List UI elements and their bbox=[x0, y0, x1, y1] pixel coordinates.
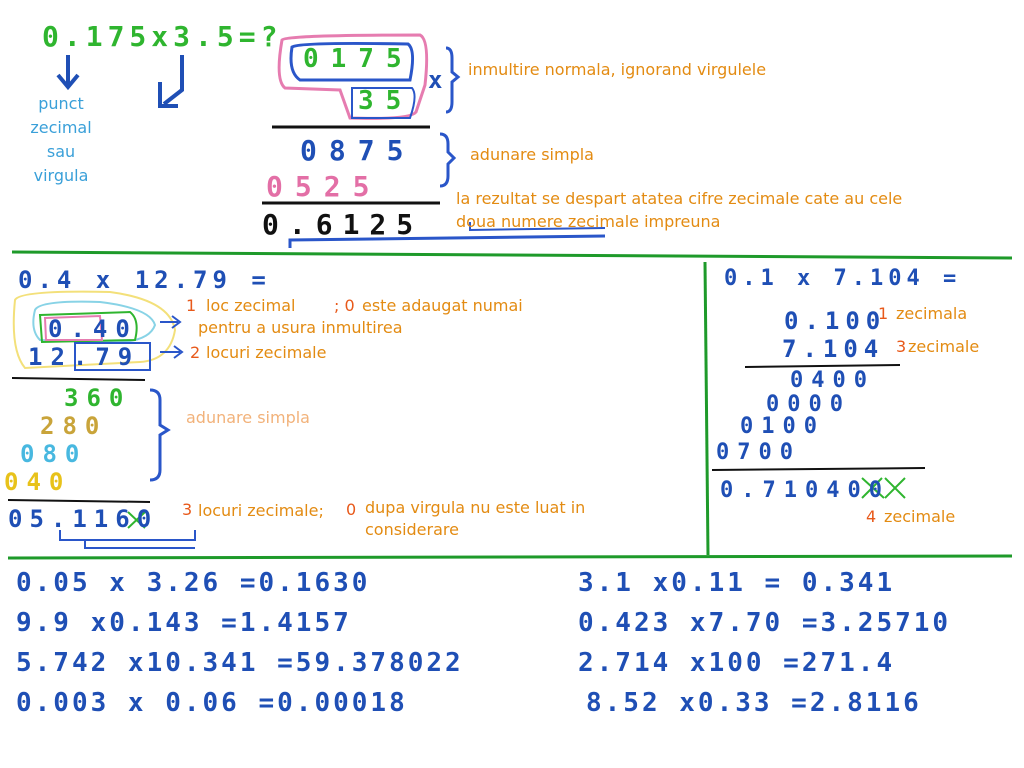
left-line-2: 280 bbox=[40, 412, 108, 440]
right-n1: 1 bbox=[878, 304, 889, 323]
note-four-decimals: zecimale bbox=[884, 507, 956, 526]
bottom-right-eq-1: 3.1 x0.11 = 0.341 bbox=[578, 568, 896, 598]
times-sign: x bbox=[428, 66, 448, 94]
bottom-left-eq-1: 0.05 x 3.26 =0.1630 bbox=[16, 568, 371, 598]
bottom-left-eq-2: 9.9 x0.143 =1.4157 bbox=[16, 608, 352, 638]
left-n0: ; 0 bbox=[334, 296, 355, 315]
bottom-right-eq-2: 0.423 x7.70 =3.25710 bbox=[578, 608, 952, 638]
note-left-simple-addition: adunare simpla bbox=[186, 408, 310, 427]
right-line-3: 0100 bbox=[740, 414, 825, 439]
left-line-4: 040 bbox=[4, 468, 72, 496]
left-line-1: 360 bbox=[64, 384, 132, 412]
note-three-decimals: zecimale bbox=[908, 337, 980, 356]
right-n3: 3 bbox=[896, 337, 907, 356]
left-row-a: 0.40 bbox=[48, 315, 138, 343]
note-decimal-rule-2: doua numere zecimale impreuna bbox=[456, 212, 721, 231]
top-partial-2: 0525 bbox=[266, 170, 382, 203]
note-ease-multiplication: pentru a usura inmultirea bbox=[198, 318, 403, 337]
note-zero-ignored-2: considerare bbox=[365, 520, 459, 539]
side-label-line: virgula bbox=[33, 166, 89, 185]
right-result: 0.710400 bbox=[720, 478, 890, 503]
top-problem: 0.175x3.5=? bbox=[42, 20, 283, 53]
left-result: 05.1160 bbox=[8, 505, 159, 533]
bottom-right-eq-3: 2.714 x100 =271.4 bbox=[578, 648, 896, 678]
right-problem: 0.1 x 7.104 = bbox=[724, 266, 962, 291]
left-row-b: 12.79 bbox=[28, 343, 141, 371]
top-result: 0.6125 bbox=[262, 208, 424, 241]
left-line-3: 080 bbox=[20, 440, 88, 468]
note-simple-addition: adunare simpla bbox=[470, 145, 594, 164]
note-zero-added: este adaugat numai bbox=[362, 296, 523, 315]
note-normal-multiplication: inmultire normala, ignorand virgulele bbox=[468, 60, 767, 79]
right-n4: 4 bbox=[866, 507, 877, 526]
right-row-a: 0.100 bbox=[784, 307, 887, 335]
top-row-b: 35 bbox=[358, 86, 414, 116]
right-line-1: 0400 bbox=[790, 368, 875, 393]
note-three-decimal-places: locuri zecimale; bbox=[198, 501, 324, 520]
left-problem: 0.4 x 12.79 = bbox=[18, 266, 271, 294]
note-one-decimal: zecimala bbox=[896, 304, 968, 323]
side-label-line: sau bbox=[46, 142, 76, 161]
bottom-left-eq-3: 5.742 x10.341 =59.378022 bbox=[16, 648, 464, 678]
note-one-decimal-place: loc zecimal bbox=[206, 296, 296, 315]
note-zero-ignored-1: dupa virgula nu este luat in bbox=[365, 498, 586, 517]
side-label: punct zecimal sau virgula bbox=[22, 92, 100, 188]
left-n1: 1 bbox=[186, 296, 197, 315]
side-label-line: zecimal bbox=[30, 118, 92, 137]
note-two-decimal-places: locuri zecimale bbox=[206, 343, 327, 362]
right-line-4: 0700 bbox=[716, 440, 801, 465]
note-decimal-rule-1: la rezultat se despart atatea cifre zeci… bbox=[456, 189, 903, 208]
bottom-left-eq-4: 0.003 x 0.06 =0.00018 bbox=[16, 688, 408, 718]
side-label-line: punct bbox=[38, 94, 84, 113]
top-row-a: 0175 bbox=[303, 44, 414, 74]
bottom-right-eq-4: 8.52 x0.33 =2.8116 bbox=[586, 688, 922, 718]
right-row-b: 7.104 bbox=[782, 335, 885, 363]
left-n0b: 0 bbox=[346, 500, 357, 519]
left-n3: 3 bbox=[182, 500, 193, 519]
left-n2: 2 bbox=[190, 343, 201, 362]
top-partial-1: 0875 bbox=[300, 134, 416, 167]
